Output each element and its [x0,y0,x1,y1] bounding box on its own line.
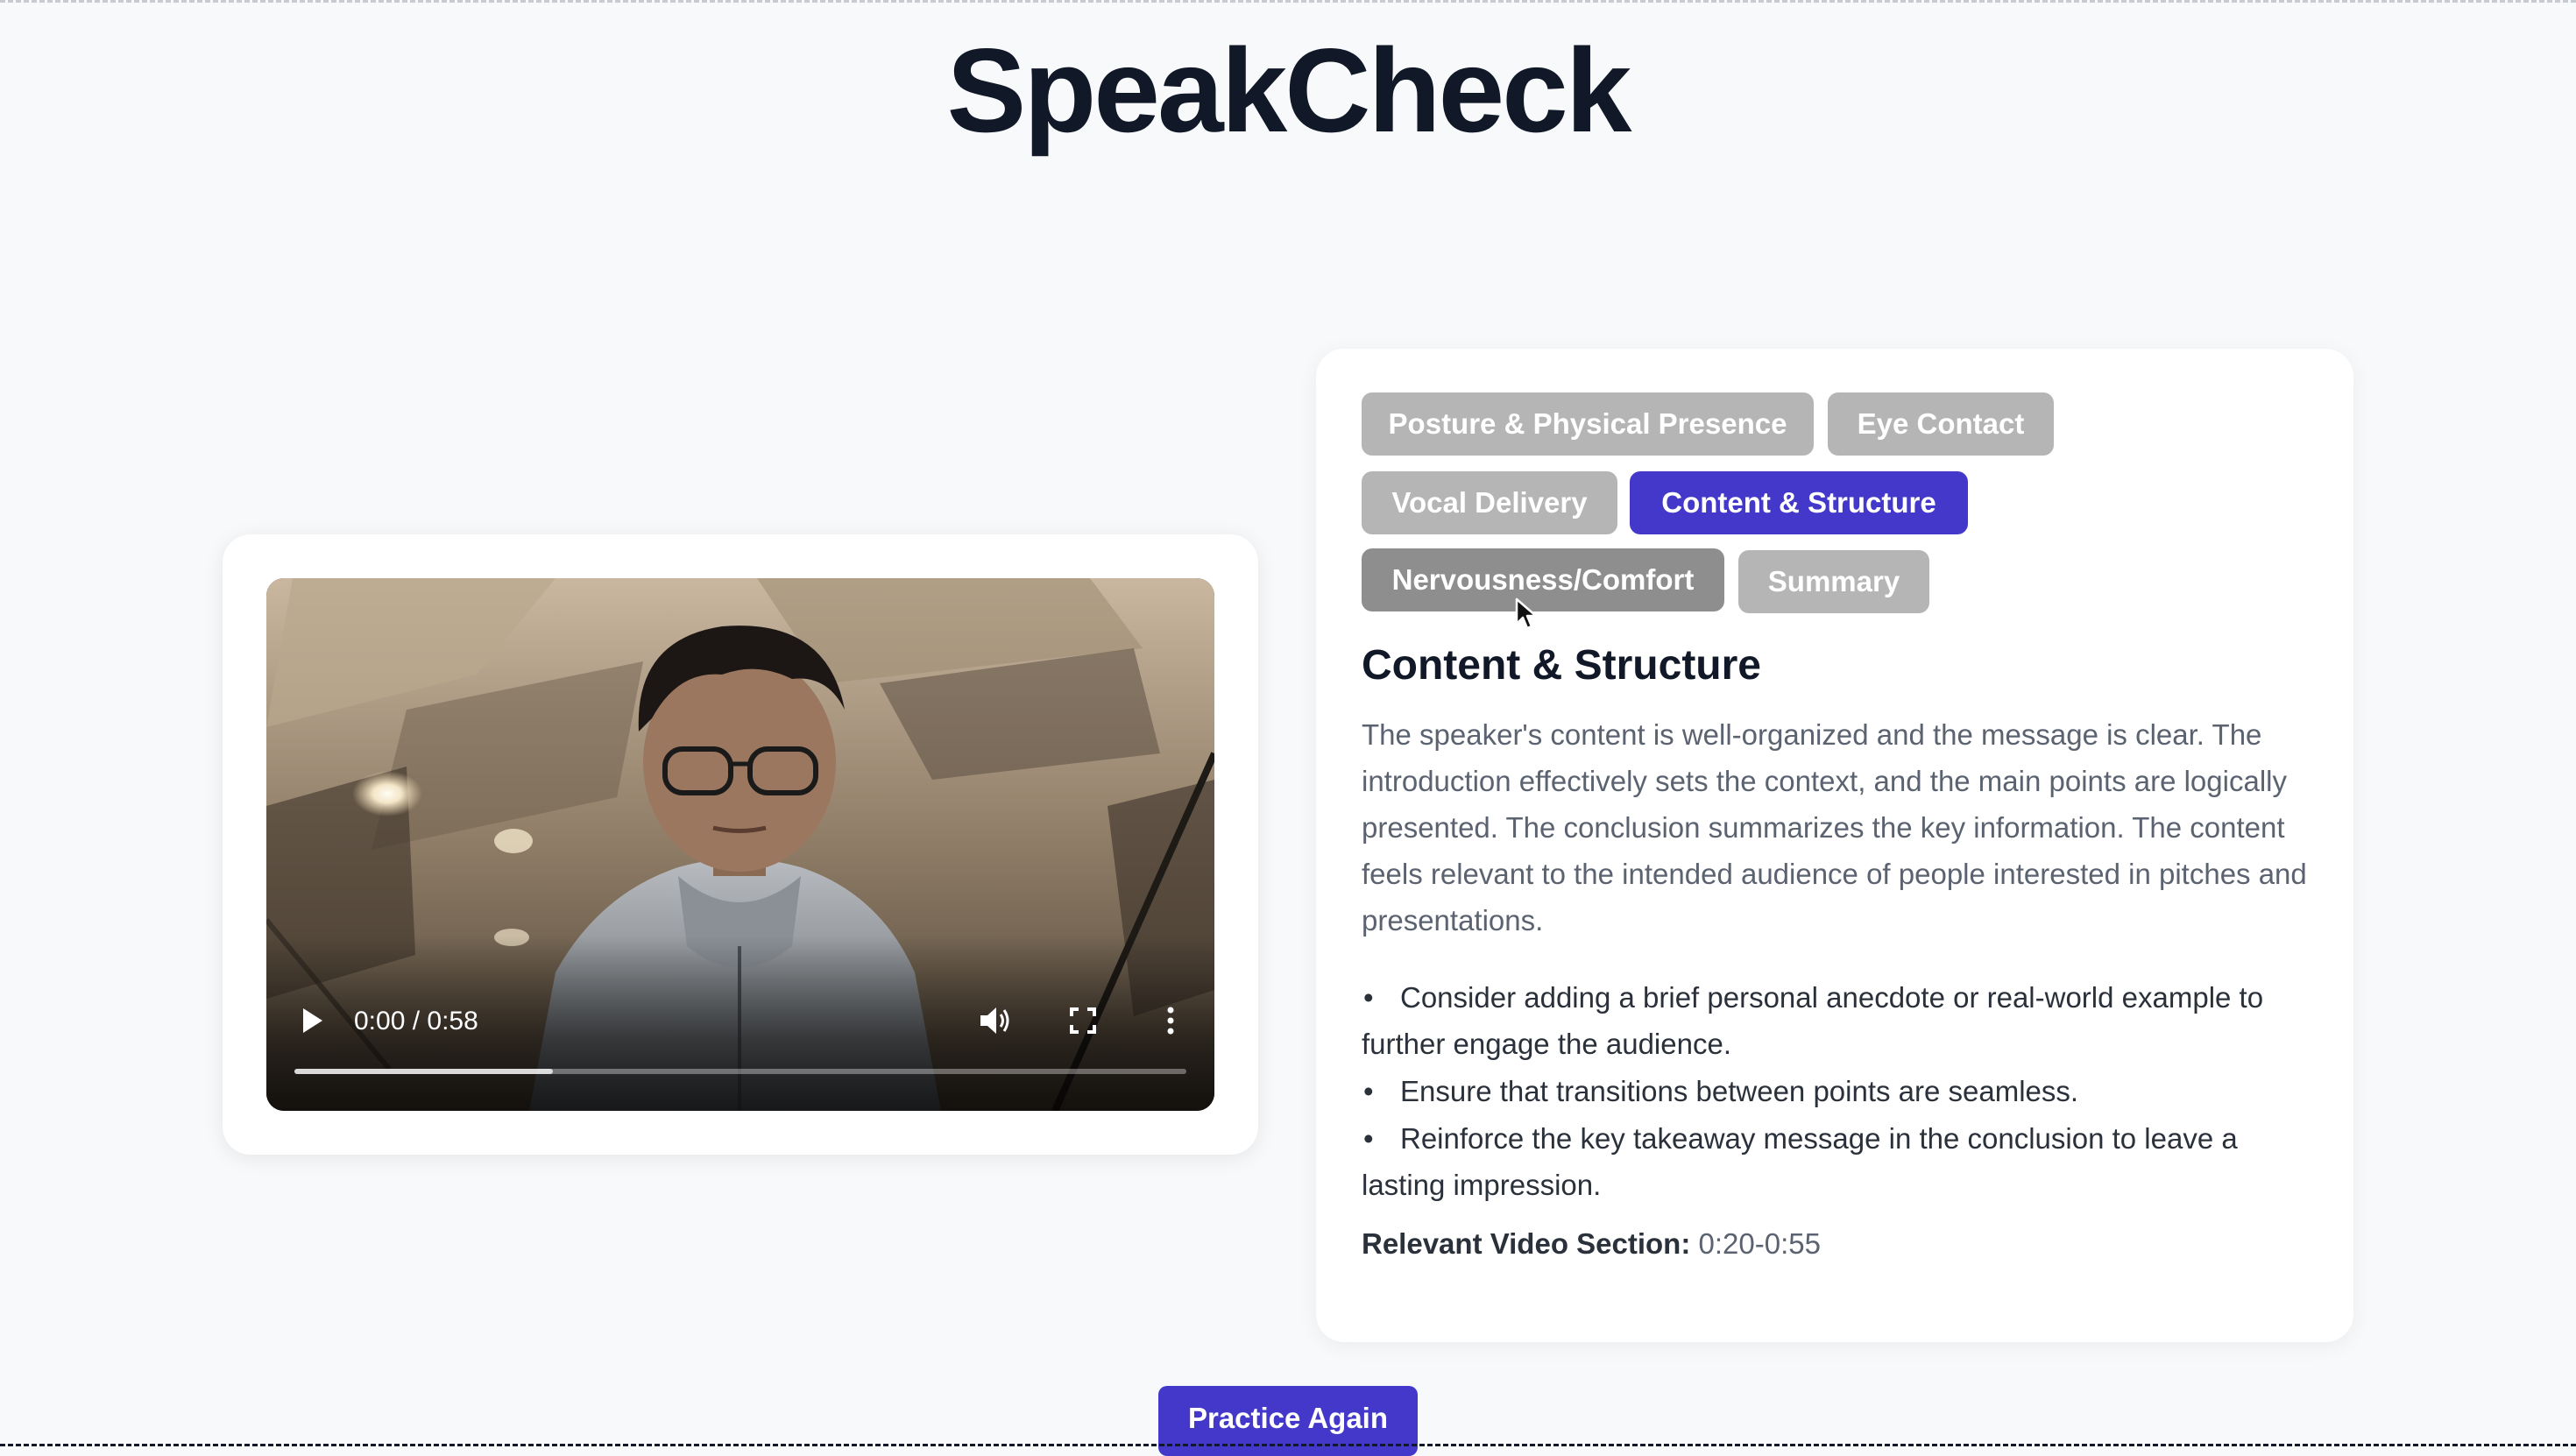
feedback-card: Posture & Physical Presence Eye Contact … [1316,349,2353,1342]
video-progress-bar[interactable] [294,1069,1186,1074]
bullet-marker: • [1363,1122,1374,1155]
video-player[interactable]: 0:00 / 0:58 [266,578,1214,1111]
list-item: • Reinforce the key takeaway message in t… [1362,1115,2317,1208]
list-item: • Consider adding a brief personal anecdo… [1362,974,2317,1067]
suggestion-text: Consider adding a brief personal anecdot… [1362,981,2264,1060]
suggestion-text: Ensure that transitions between points a… [1400,1075,2079,1107]
bullet-marker: • [1363,1075,1374,1107]
tab-posture-physical-presence[interactable]: Posture & Physical Presence [1362,392,1814,456]
list-item: • Ensure that transitions between points … [1362,1068,2317,1114]
feedback-section-title: Content & Structure [1362,642,1761,689]
bullet-marker: • [1363,981,1374,1014]
tab-eye-contact[interactable]: Eye Contact [1828,392,2054,456]
top-edge-divider [0,0,2576,3]
relevant-section-label: Relevant Video Section: [1362,1227,1691,1260]
mouse-pointer-icon [1515,597,1538,630]
relevant-video-section: Relevant Video Section: 0:20-0:55 [1362,1223,1821,1265]
tab-content-structure[interactable]: Content & Structure [1630,471,1968,534]
time-display: 0:00 / 0:58 [354,1007,478,1035]
suggestion-text: Reinforce the key takeaway message in th… [1362,1122,2238,1201]
tab-nervousness-comfort[interactable]: Nervousness/Comfort [1362,548,1724,611]
relevant-section-value: 0:20-0:55 [1698,1227,1821,1260]
video-card: 0:00 / 0:58 [223,534,1258,1155]
tab-vocal-delivery[interactable]: Vocal Delivery [1362,471,1617,534]
more-vertical-icon[interactable] [1150,1000,1192,1042]
app-title: SpeakCheck [946,24,1632,157]
fullscreen-icon[interactable] [1062,1000,1104,1042]
suggestion-list: • Consider adding a brief personal anecdo… [1362,974,2317,1209]
bottom-edge-divider [0,1444,2576,1446]
volume-icon[interactable] [974,1000,1016,1042]
play-icon[interactable] [293,1001,331,1040]
feedback-description: The speaker's content is well-organized … [1362,718,2307,937]
tab-summary[interactable]: Summary [1738,550,1929,613]
video-buffered-fill [294,1069,554,1074]
